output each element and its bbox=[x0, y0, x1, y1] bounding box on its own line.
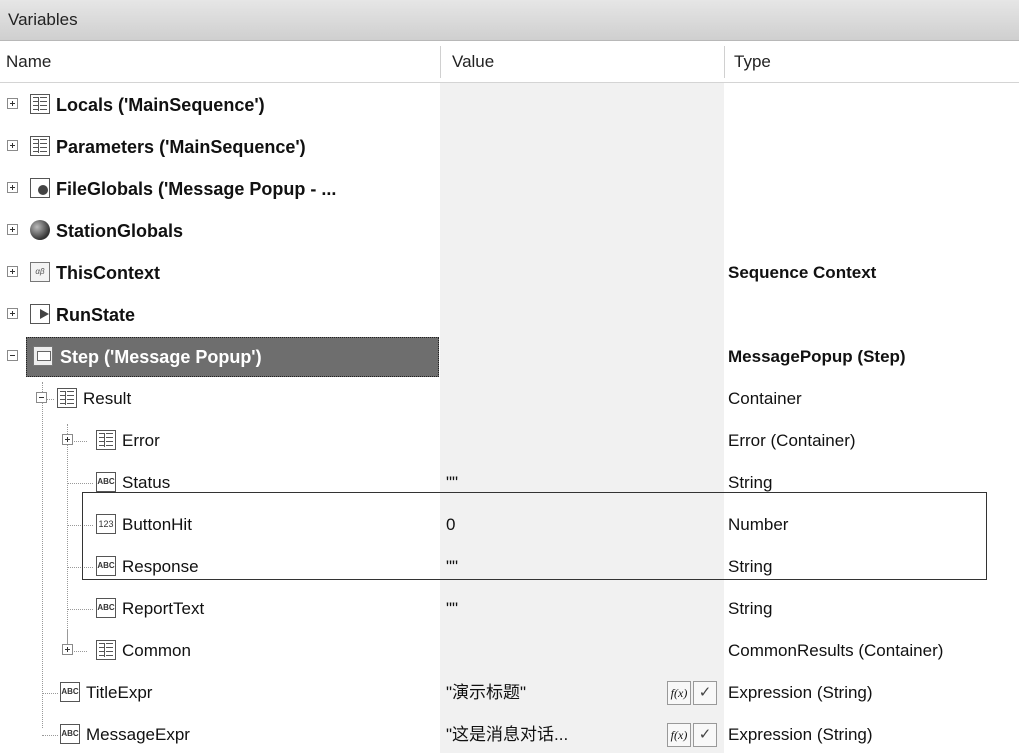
row-type: MessagePopup (Step) bbox=[728, 347, 906, 366]
row-type: String bbox=[728, 473, 773, 492]
row-label: Parameters ('MainSequence') bbox=[56, 137, 306, 157]
column-name-header[interactable]: Name bbox=[0, 42, 440, 82]
string-icon: ABC bbox=[96, 598, 116, 618]
expand-icon[interactable] bbox=[7, 98, 18, 109]
row-type: Container bbox=[728, 389, 802, 408]
row-type: Number bbox=[728, 515, 789, 534]
context-icon: αβ bbox=[30, 262, 50, 282]
step-icon bbox=[33, 346, 53, 366]
row-label: MessageExpr bbox=[86, 725, 190, 744]
row-label: ThisContext bbox=[56, 263, 161, 283]
row-type: Sequence Context bbox=[728, 263, 877, 282]
column-divider[interactable] bbox=[440, 46, 441, 78]
row-type: Expression (String) bbox=[728, 683, 873, 702]
tree-row-parameters[interactable]: Parameters ('MainSequence') bbox=[0, 126, 1019, 168]
string-icon: ABC bbox=[96, 556, 116, 576]
globe-icon bbox=[30, 220, 50, 240]
row-type: String bbox=[728, 599, 773, 618]
row-label: Response bbox=[122, 557, 199, 576]
column-value-header[interactable]: Value bbox=[446, 42, 726, 82]
expand-icon[interactable] bbox=[7, 182, 18, 193]
row-label: ReportText bbox=[122, 599, 205, 618]
string-icon: ABC bbox=[60, 682, 80, 702]
expand-icon[interactable] bbox=[7, 140, 18, 151]
row-label: FileGlobals ('Message Popup - ... bbox=[56, 179, 337, 199]
locals-icon bbox=[30, 94, 50, 114]
row-value[interactable]: "这是消息对话... bbox=[446, 714, 568, 756]
tree-row-response[interactable]: ABC Response "" String bbox=[0, 546, 1019, 588]
row-value[interactable]: "" bbox=[446, 588, 458, 630]
expand-icon[interactable] bbox=[7, 266, 18, 277]
row-label: Common bbox=[122, 641, 191, 660]
row-label: Step ('Message Popup') bbox=[60, 347, 262, 367]
expand-icon[interactable] bbox=[62, 434, 73, 445]
tree-row-locals[interactable]: Locals ('MainSequence') bbox=[0, 84, 1019, 126]
row-value[interactable]: 0 bbox=[446, 504, 455, 546]
string-icon: ABC bbox=[96, 472, 116, 492]
string-icon: ABC bbox=[60, 724, 80, 744]
row-value[interactable]: "演示标题" bbox=[446, 672, 526, 714]
row-label: Error bbox=[122, 431, 160, 450]
collapse-icon[interactable] bbox=[36, 392, 47, 403]
tree-line bbox=[67, 609, 93, 610]
tree-row-thiscontext[interactable]: αβ ThisContext Sequence Context bbox=[0, 252, 1019, 294]
tree-row-titleexpr[interactable]: ABC TitleExpr "演示标题" f(x) ✓ Expression (… bbox=[0, 672, 1019, 714]
row-label: StationGlobals bbox=[56, 221, 184, 241]
row-type: CommonResults (Container) bbox=[728, 641, 944, 660]
column-header: Name Value Type bbox=[0, 42, 1019, 83]
tree-line bbox=[67, 525, 93, 526]
tree-row-step[interactable]: Step ('Message Popup') MessagePopup (Ste… bbox=[0, 336, 1019, 378]
row-value[interactable]: "" bbox=[446, 462, 458, 504]
row-type: Expression (String) bbox=[728, 725, 873, 744]
variables-panel-title: Variables bbox=[0, 0, 1019, 41]
tree-row-runstate[interactable]: RunState bbox=[0, 294, 1019, 336]
expand-icon[interactable] bbox=[7, 308, 18, 319]
column-type-header[interactable]: Type bbox=[728, 42, 1018, 82]
tree-row-reporttext[interactable]: ABC ReportText "" String bbox=[0, 588, 1019, 630]
collapse-icon[interactable] bbox=[7, 350, 18, 361]
expand-icon[interactable] bbox=[62, 644, 73, 655]
row-type: String bbox=[728, 557, 773, 576]
tree-row-buttonhit[interactable]: 123 ButtonHit 0 Number bbox=[0, 504, 1019, 546]
number-icon: 123 bbox=[96, 514, 116, 534]
tree-row-common[interactable]: Common CommonResults (Container) bbox=[0, 630, 1019, 672]
expand-icon[interactable] bbox=[7, 224, 18, 235]
check-expression-button[interactable]: ✓ bbox=[693, 723, 717, 747]
tree-row-stationglobals[interactable]: StationGlobals bbox=[0, 210, 1019, 252]
row-label: Locals ('MainSequence') bbox=[56, 95, 265, 115]
row-label: Status bbox=[122, 473, 171, 492]
row-label: TitleExpr bbox=[86, 683, 153, 702]
tree-row-result[interactable]: Result Container bbox=[0, 378, 1019, 420]
runstate-icon bbox=[30, 304, 50, 324]
parameters-icon bbox=[30, 136, 50, 156]
container-icon bbox=[57, 388, 77, 408]
container-icon bbox=[96, 640, 116, 660]
check-expression-button[interactable]: ✓ bbox=[693, 681, 717, 705]
tree-line bbox=[67, 567, 93, 568]
row-label: ButtonHit bbox=[122, 515, 192, 534]
container-icon bbox=[96, 430, 116, 450]
tree-row-messageexpr[interactable]: ABC MessageExpr "这是消息对话... f(x) ✓ Expres… bbox=[0, 714, 1019, 756]
expression-browse-button[interactable]: f(x) bbox=[667, 681, 691, 705]
tree-row-fileglobals[interactable]: FileGlobals ('Message Popup - ... bbox=[0, 168, 1019, 210]
panel-title: Variables bbox=[8, 10, 78, 29]
row-value[interactable]: "" bbox=[446, 546, 458, 588]
tree-line bbox=[67, 483, 93, 484]
column-divider[interactable] bbox=[724, 46, 725, 78]
tree-row-status[interactable]: ABC Status "" String bbox=[0, 462, 1019, 504]
tree-line bbox=[42, 735, 58, 736]
row-type: Error (Container) bbox=[728, 431, 856, 450]
tree-line bbox=[42, 693, 58, 694]
fileglobals-icon bbox=[30, 178, 50, 198]
tree-row-error[interactable]: Error Error (Container) bbox=[0, 420, 1019, 462]
row-label: Result bbox=[83, 389, 132, 408]
expression-browse-button[interactable]: f(x) bbox=[667, 723, 691, 747]
row-label: RunState bbox=[56, 305, 136, 325]
